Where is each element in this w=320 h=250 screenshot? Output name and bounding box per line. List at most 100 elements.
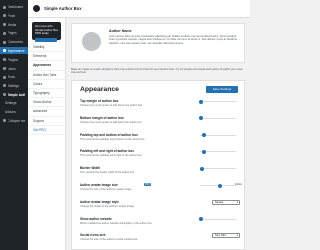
wp-menu-item-label: Pages [7,31,17,36]
slider-handle[interactable] [199,166,204,171]
slider-track[interactable] [199,166,236,171]
setting-select[interactable]: Size 18px [212,233,240,239]
menu-item-icon [3,5,6,9]
wp-menu-item[interactable]: Addons [3,109,25,116]
wp-menu-item-label: Collapse menu [7,118,26,123]
wp-menu-item-label: Settings [5,101,17,106]
author-bio: Lorem ipsum dolor sit amet consectetur a… [109,35,237,45]
wp-menu-item[interactable]: Simple Author Box [3,91,25,98]
wp-menu-item-label: Plugins [7,57,18,62]
slider-handle[interactable] [201,133,206,138]
wp-menu-item[interactable]: Posts [3,13,25,20]
wp-menu-item[interactable]: Settings [3,83,25,90]
plugin-nav-item[interactable]: Support [28,117,65,126]
wp-admin-sidebar: Dashboard Posts Media Pages Comments Appearan… [0,0,28,250]
menu-item-icon [3,14,6,18]
slider-handle[interactable] [198,99,203,104]
menu-item-icon [3,23,6,27]
slider-handle[interactable] [198,217,203,222]
menu-item-icon [3,31,6,35]
main-content: Author Name Lorem ipsum dolor sit amet c… [66,18,250,250]
slider-handle[interactable] [201,149,206,154]
setting-row: Top margin of author box Choose how much … [80,99,240,112]
wp-menu-item[interactable]: Media [3,21,25,28]
menu-item-icon [3,119,6,123]
wp-menu-item-label: Tools [7,75,15,80]
wp-menu-item-label: Dashboard [7,5,24,10]
setting-row: Padding top and bottom of author box This… [80,133,240,146]
setting-description: Choose how much space to add above the a… [80,104,143,107]
setting-description: This controls the padding left & right o… [80,154,142,158]
setting-row: Author avatar image size Choose the size … [80,183,242,196]
wp-menu-item-label: Addons [5,110,16,114]
plugin-settings-nav: Get more with Simple Author Box PRO toda… [28,18,66,250]
wp-menu-item[interactable]: Dashboard [3,4,25,11]
setting-description: This controls the padding top & bottom o… [80,137,145,141]
plugin-title: Simple Author Box [44,6,82,11]
save-settings-button[interactable]: Save Settings [206,86,238,93]
setting-row: Padding left and right of author box This… [80,149,240,162]
wp-menu-item[interactable]: Collapse menu [3,117,25,124]
wp-menu-item-label: Settings [7,83,20,88]
setting-row: Bottom margin of author box Choose how mu… [80,116,240,129]
wp-menu-item[interactable]: Users [3,65,25,72]
plugin-nav-item[interactable]: Author Box Tabs [28,71,65,80]
slider-handle[interactable] [217,183,222,188]
setting-row: Author avatar image style Change the shap… [80,199,240,213]
setting-row: Show author website When enabled the auth… [80,217,240,230]
promo-text: Get more with Simple Author Box PRO toda… [35,24,59,36]
setting-description: This controls the border width of the au… [80,171,135,175]
author-box-preview: Author Name Lorem ipsum dolor sit amet c… [71,23,245,63]
plugin-nav-item[interactable]: Visibility [28,43,65,53]
wp-menu-item[interactable]: Settings [3,100,25,107]
wp-menu-item[interactable]: Pages [3,30,25,37]
author-name: Author Name [109,29,132,33]
menu-item-icon [3,67,6,71]
plugin-nav-item[interactable]: Elements [28,52,65,62]
menu-item-icon [3,75,6,79]
wp-menu-item-label: Comments [7,40,23,44]
plugin-nav-item[interactable]: Get PRO [28,126,65,135]
pro-promo-banner[interactable]: Get more with Simple Author Box PRO toda… [32,22,61,42]
slider-track[interactable] [198,99,236,104]
slider-value: 100px [234,183,242,186]
author-avatar [82,32,101,51]
settings-card: Appearance Save Settings Top margin of a… [71,80,245,250]
slider-track[interactable] [200,149,236,154]
intro-text: Make an impact on reader decision's with… [71,68,243,75]
wp-menu-item[interactable]: Tools [3,74,25,81]
setting-row: Social icons size Choose the size of the … [80,233,240,246]
wp-menu-item[interactable]: Comments [3,39,25,46]
wp-menu-item-label: Users [7,66,16,71]
wp-menu-item-label: Posts [7,13,16,18]
pro-badge: PRO [144,183,152,186]
section-heading: Appearance [80,86,119,93]
menu-item-icon [3,58,6,62]
setting-description: Choose how much space to add below the a… [80,120,142,124]
plugin-nav-item[interactable]: Typography [28,89,65,99]
setting-select[interactable]: Square [212,199,240,205]
plugin-nav-item[interactable]: Colors [28,80,65,89]
wp-menu-item-label: Appearance [7,48,25,53]
plugin-logo-icon [33,5,40,12]
plugin-nav-item[interactable]: Guest Author [28,98,65,108]
menu-item-icon [3,40,6,44]
plugin-header: Simple Author Box [28,0,250,18]
wp-menu-item[interactable]: Plugins [3,57,25,64]
plugin-nav-list: Visibility Elements Appearance Author Box T… [28,43,65,135]
wp-menu-item[interactable]: Appearance [0,47,28,55]
setting-description: Choose the size of the author's avatar i… [80,188,132,191]
menu-item-icon [3,84,6,88]
slider-track[interactable] [200,183,236,188]
plugin-nav-item[interactable]: Advanced [28,107,65,117]
slider-track[interactable] [198,217,236,222]
setting-description: When enabled the author website will dis… [80,221,152,225]
setting-description: Change the shape of the author's avatar … [80,204,134,208]
slider-track[interactable] [200,133,236,138]
promo-button[interactable] [35,37,57,42]
setting-row: Border Width This controls the border wid… [80,166,240,179]
menu-item-icon [3,93,6,97]
wp-menu-item-label: Media [7,22,17,27]
slider-track[interactable] [198,116,236,121]
plugin-nav-item[interactable]: Appearance [28,61,65,71]
